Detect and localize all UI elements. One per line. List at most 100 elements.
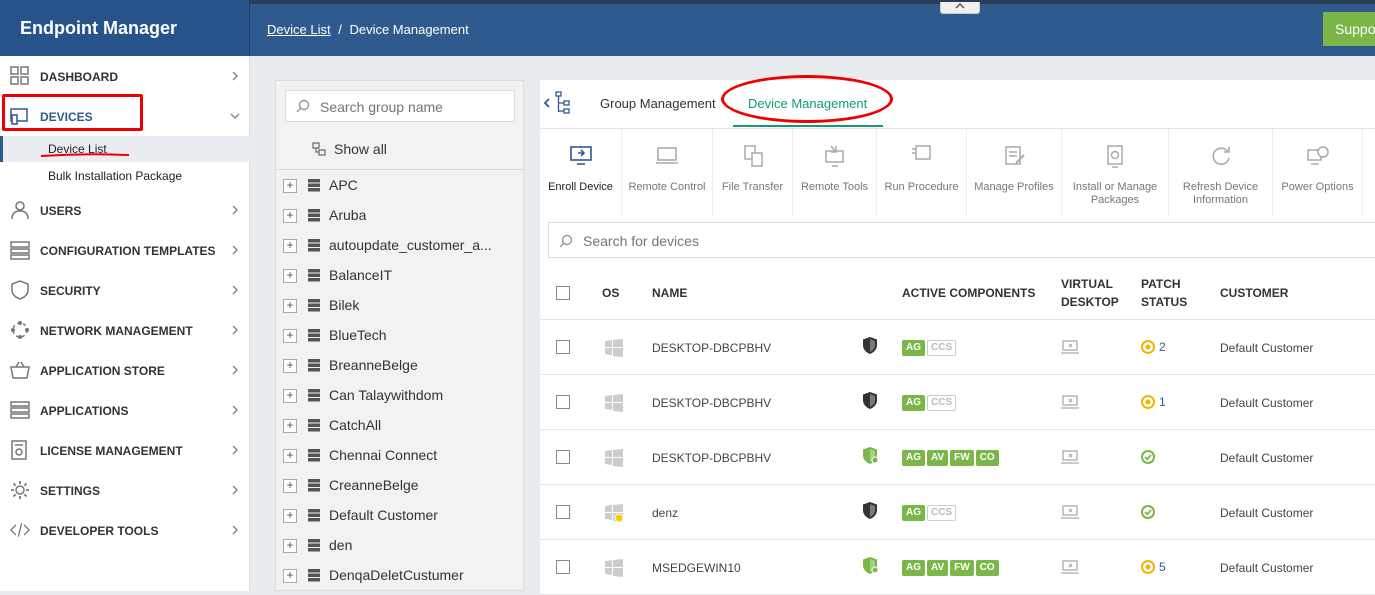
expand-icon[interactable]: +: [283, 449, 297, 463]
applications-icon: [10, 401, 30, 419]
tab-group-management[interactable]: Group Management: [600, 96, 716, 111]
row-checkbox[interactable]: [556, 395, 570, 409]
sidebar-item-dashboard[interactable]: DASHBOARD: [0, 56, 250, 96]
column-header-name[interactable]: NAME: [652, 284, 687, 302]
expand-icon[interactable]: +: [283, 569, 297, 583]
expand-icon[interactable]: +: [283, 359, 297, 373]
table-row[interactable]: MSEDGEWIN10 AG AV FW CO 5 Default Customer: [540, 540, 1375, 595]
dashboard-icon: [10, 66, 29, 85]
sidebar: DASHBOARD DEVICES Device List Bulk Insta…: [0, 56, 250, 591]
show-all-button[interactable]: Show all: [312, 141, 387, 157]
manage-profiles-button[interactable]: Manage Profiles: [967, 129, 1062, 216]
group-label: Aruba: [329, 207, 367, 223]
expand-icon[interactable]: +: [283, 479, 297, 493]
group-list-item[interactable]: + Aruba: [276, 200, 525, 230]
collapse-tree-toggle-icon[interactable]: [542, 90, 572, 116]
column-header-os[interactable]: OS: [602, 284, 619, 302]
show-all-label: Show all: [334, 141, 387, 157]
expand-icon[interactable]: +: [283, 209, 297, 223]
sidebar-item-configuration-templates[interactable]: CONFIGURATION TEMPLATES: [0, 230, 250, 270]
device-name-link[interactable]: DESKTOP-DBCPBHV: [652, 451, 771, 465]
file-transfer-button[interactable]: File Transfer: [713, 129, 793, 216]
device-name-link[interactable]: DESKTOP-DBCPBHV: [652, 341, 771, 355]
device-name-link[interactable]: DESKTOP-DBCPBHV: [652, 396, 771, 410]
customer-name: Default Customer: [1220, 451, 1314, 465]
expand-icon[interactable]: +: [283, 419, 297, 433]
sidebar-item-application-store[interactable]: APPLICATION STORE: [0, 350, 250, 390]
gear-icon: [11, 481, 29, 499]
expand-icon[interactable]: +: [283, 269, 297, 283]
sidebar-item-users[interactable]: USERS: [0, 190, 250, 230]
breadcrumb-device-list-link[interactable]: Device List: [267, 22, 331, 37]
enroll-device-button[interactable]: Enroll Device: [540, 129, 622, 216]
sidebar-item-developer-tools[interactable]: DEVELOPER TOOLS: [0, 510, 250, 550]
sidebar-item-settings[interactable]: SETTINGS: [0, 470, 250, 510]
support-button[interactable]: Support: [1323, 12, 1375, 46]
expand-icon[interactable]: +: [283, 509, 297, 523]
patch-count[interactable]: 1: [1159, 395, 1166, 409]
shield-icon: [863, 447, 878, 464]
column-header-active-components[interactable]: ACTIVE COMPONENTS: [902, 284, 1035, 302]
server-group-icon: [308, 269, 320, 282]
group-list-item[interactable]: + BlueTech: [276, 320, 525, 350]
group-list-item[interactable]: + APC: [276, 170, 525, 200]
group-list-item[interactable]: + CreanneBelge: [276, 470, 525, 500]
device-name-link[interactable]: MSEDGEWIN10: [652, 561, 741, 575]
expand-icon[interactable]: +: [283, 239, 297, 253]
sidebar-item-applications[interactable]: APPLICATIONS: [0, 390, 250, 430]
collapse-header-button[interactable]: [940, 2, 980, 14]
patch-count[interactable]: 2: [1159, 340, 1166, 354]
run-procedure-button[interactable]: Run Procedure: [877, 129, 967, 216]
group-list-item[interactable]: + DenqaDeletCustumer: [276, 560, 525, 590]
chevron-right-icon: [232, 205, 239, 215]
sidebar-item-label: LICENSE MANAGEMENT: [40, 444, 183, 458]
expand-icon[interactable]: +: [283, 299, 297, 313]
device-name-link[interactable]: denz: [652, 506, 678, 520]
column-header-customer[interactable]: CUSTOMER: [1220, 284, 1288, 302]
group-list-item[interactable]: + CatchAll: [276, 410, 525, 440]
sidebar-item-network-management[interactable]: NETWORK MANAGEMENT: [0, 310, 250, 350]
expand-icon[interactable]: +: [283, 179, 297, 193]
table-row[interactable]: DESKTOP-DBCPBHV AG CCS 2 Default Customer: [540, 320, 1375, 375]
group-search-input[interactable]: [320, 97, 510, 117]
device-search-input[interactable]: [583, 231, 1083, 251]
table-row[interactable]: DESKTOP-DBCPBHV AG CCS 1 Default Customer: [540, 375, 1375, 430]
expand-icon[interactable]: +: [283, 329, 297, 343]
group-label: Chennai Connect: [329, 447, 438, 463]
group-label: CatchAll: [329, 417, 382, 433]
sidebar-item-license-management[interactable]: LICENSE MANAGEMENT: [0, 430, 250, 470]
power-options-button[interactable]: Power Options: [1273, 129, 1363, 216]
expand-icon[interactable]: +: [283, 389, 297, 403]
remote-tools-button[interactable]: Remote Tools: [793, 129, 877, 216]
expand-icon[interactable]: +: [283, 539, 297, 553]
packages-icon: [1107, 145, 1123, 168]
group-list-item[interactable]: + Chennai Connect: [276, 440, 525, 470]
group-list-item[interactable]: + BalanceIT: [276, 260, 525, 290]
sidebar-item-label: APPLICATION STORE: [40, 364, 165, 378]
column-header-patch-status[interactable]: PATCH STATUS: [1141, 275, 1201, 311]
remote-control-button[interactable]: Remote Control: [622, 129, 713, 216]
row-checkbox[interactable]: [556, 560, 570, 574]
group-list-item[interactable]: + den: [276, 530, 525, 560]
column-header-virtual-desktop[interactable]: VIRTUAL DESKTOP: [1061, 275, 1131, 311]
table-row[interactable]: denz AG CCS Default Customer: [540, 485, 1375, 540]
group-list-item[interactable]: + Default Customer: [276, 500, 525, 530]
row-checkbox[interactable]: [556, 450, 570, 464]
store-icon: [10, 361, 30, 379]
server-group-icon: [308, 389, 320, 402]
server-group-icon: [308, 209, 320, 222]
row-checkbox[interactable]: [556, 505, 570, 519]
group-list-item[interactable]: + BreanneBelge: [276, 350, 525, 380]
row-checkbox[interactable]: [556, 340, 570, 354]
sidebar-subitem-device-list[interactable]: Device List: [0, 136, 250, 162]
sidebar-item-security[interactable]: SECURITY: [0, 270, 250, 310]
sidebar-subitem-bulk-installation[interactable]: Bulk Installation Package: [0, 163, 250, 189]
patch-count[interactable]: 5: [1159, 560, 1166, 574]
install-manage-packages-button[interactable]: Install or Manage Packages: [1062, 129, 1169, 216]
group-list-item[interactable]: + Can Talaywithdom: [276, 380, 525, 410]
group-list-item[interactable]: + Bilek: [276, 290, 525, 320]
refresh-device-info-button[interactable]: Refresh Device Information: [1169, 129, 1273, 216]
table-row[interactable]: DESKTOP-DBCPBHV AG AV FW CO Default Customer: [540, 430, 1375, 485]
group-list-item[interactable]: + autoupdate_customer_a...: [276, 230, 525, 260]
select-all-checkbox[interactable]: [556, 286, 570, 300]
